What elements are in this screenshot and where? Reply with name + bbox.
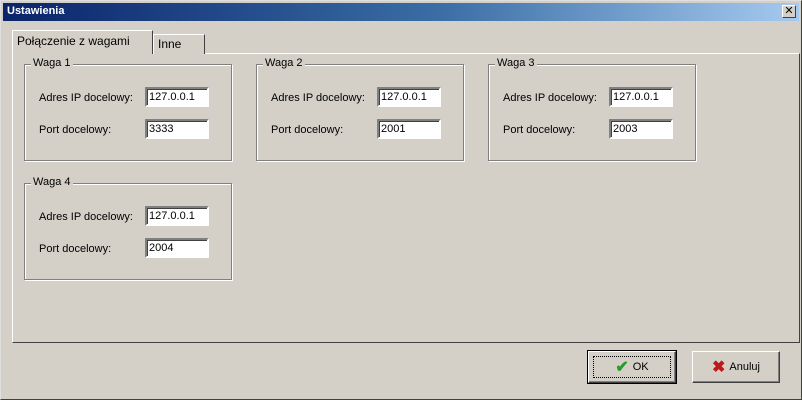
window-title: Ustawienia [7, 5, 65, 17]
group-title: Waga 1 [31, 57, 73, 69]
x-icon: ✖ [712, 359, 726, 376]
group-title: Waga 4 [31, 176, 73, 188]
port-input-waga-1[interactable] [145, 119, 209, 139]
ip-input-waga-1[interactable] [145, 87, 209, 107]
tab-inne[interactable]: Inne [153, 34, 205, 54]
groupbox-waga-2: Waga 2 Adres IP docelowy: Port docelowy: [256, 57, 464, 161]
tab-label: Połączenie z wagami [17, 34, 130, 48]
ip-label: Adres IP docelowy: [39, 211, 133, 223]
port-input-waga-2[interactable] [377, 119, 441, 139]
tab-polaczenie-z-wagami[interactable]: Połączenie z wagami [12, 30, 153, 54]
groupbox-waga-4: Waga 4 Adres IP docelowy: Port docelowy: [24, 176, 232, 280]
groupbox-waga-3: Waga 3 Adres IP docelowy: Port docelowy: [488, 57, 696, 161]
port-label: Port docelowy: [503, 124, 576, 136]
groupbox-waga-1: Waga 1 Adres IP docelowy: Port docelowy: [24, 57, 232, 161]
ip-label: Adres IP docelowy: [503, 92, 597, 104]
ip-input-waga-2[interactable] [377, 87, 441, 107]
ok-button[interactable]: ✔ OK [587, 350, 677, 384]
ip-input-waga-4[interactable] [145, 206, 209, 226]
cancel-label: Anuluj [729, 361, 760, 373]
settings-dialog: Ustawienia ✕ Połączenie z wagami Inne Wa… [0, 0, 802, 400]
close-button[interactable]: ✕ [782, 5, 796, 18]
tab-panel: Waga 1 Adres IP docelowy: Port docelowy:… [12, 53, 800, 343]
port-input-waga-4[interactable] [145, 238, 209, 258]
ip-label: Adres IP docelowy: [39, 92, 133, 104]
focus-rect [593, 356, 671, 378]
cancel-button[interactable]: ✖ Anuluj [692, 351, 780, 383]
port-label: Port docelowy: [39, 124, 112, 136]
close-icon: ✕ [784, 5, 794, 17]
tab-label: Inne [158, 37, 182, 51]
title-bar[interactable]: Ustawienia ✕ [3, 3, 799, 21]
port-label: Port docelowy: [39, 243, 112, 255]
port-label: Port docelowy: [271, 124, 344, 136]
ip-label: Adres IP docelowy: [271, 92, 365, 104]
group-title: Waga 2 [263, 57, 305, 69]
group-title: Waga 3 [495, 57, 537, 69]
ip-input-waga-3[interactable] [609, 87, 673, 107]
port-input-waga-3[interactable] [609, 119, 673, 139]
